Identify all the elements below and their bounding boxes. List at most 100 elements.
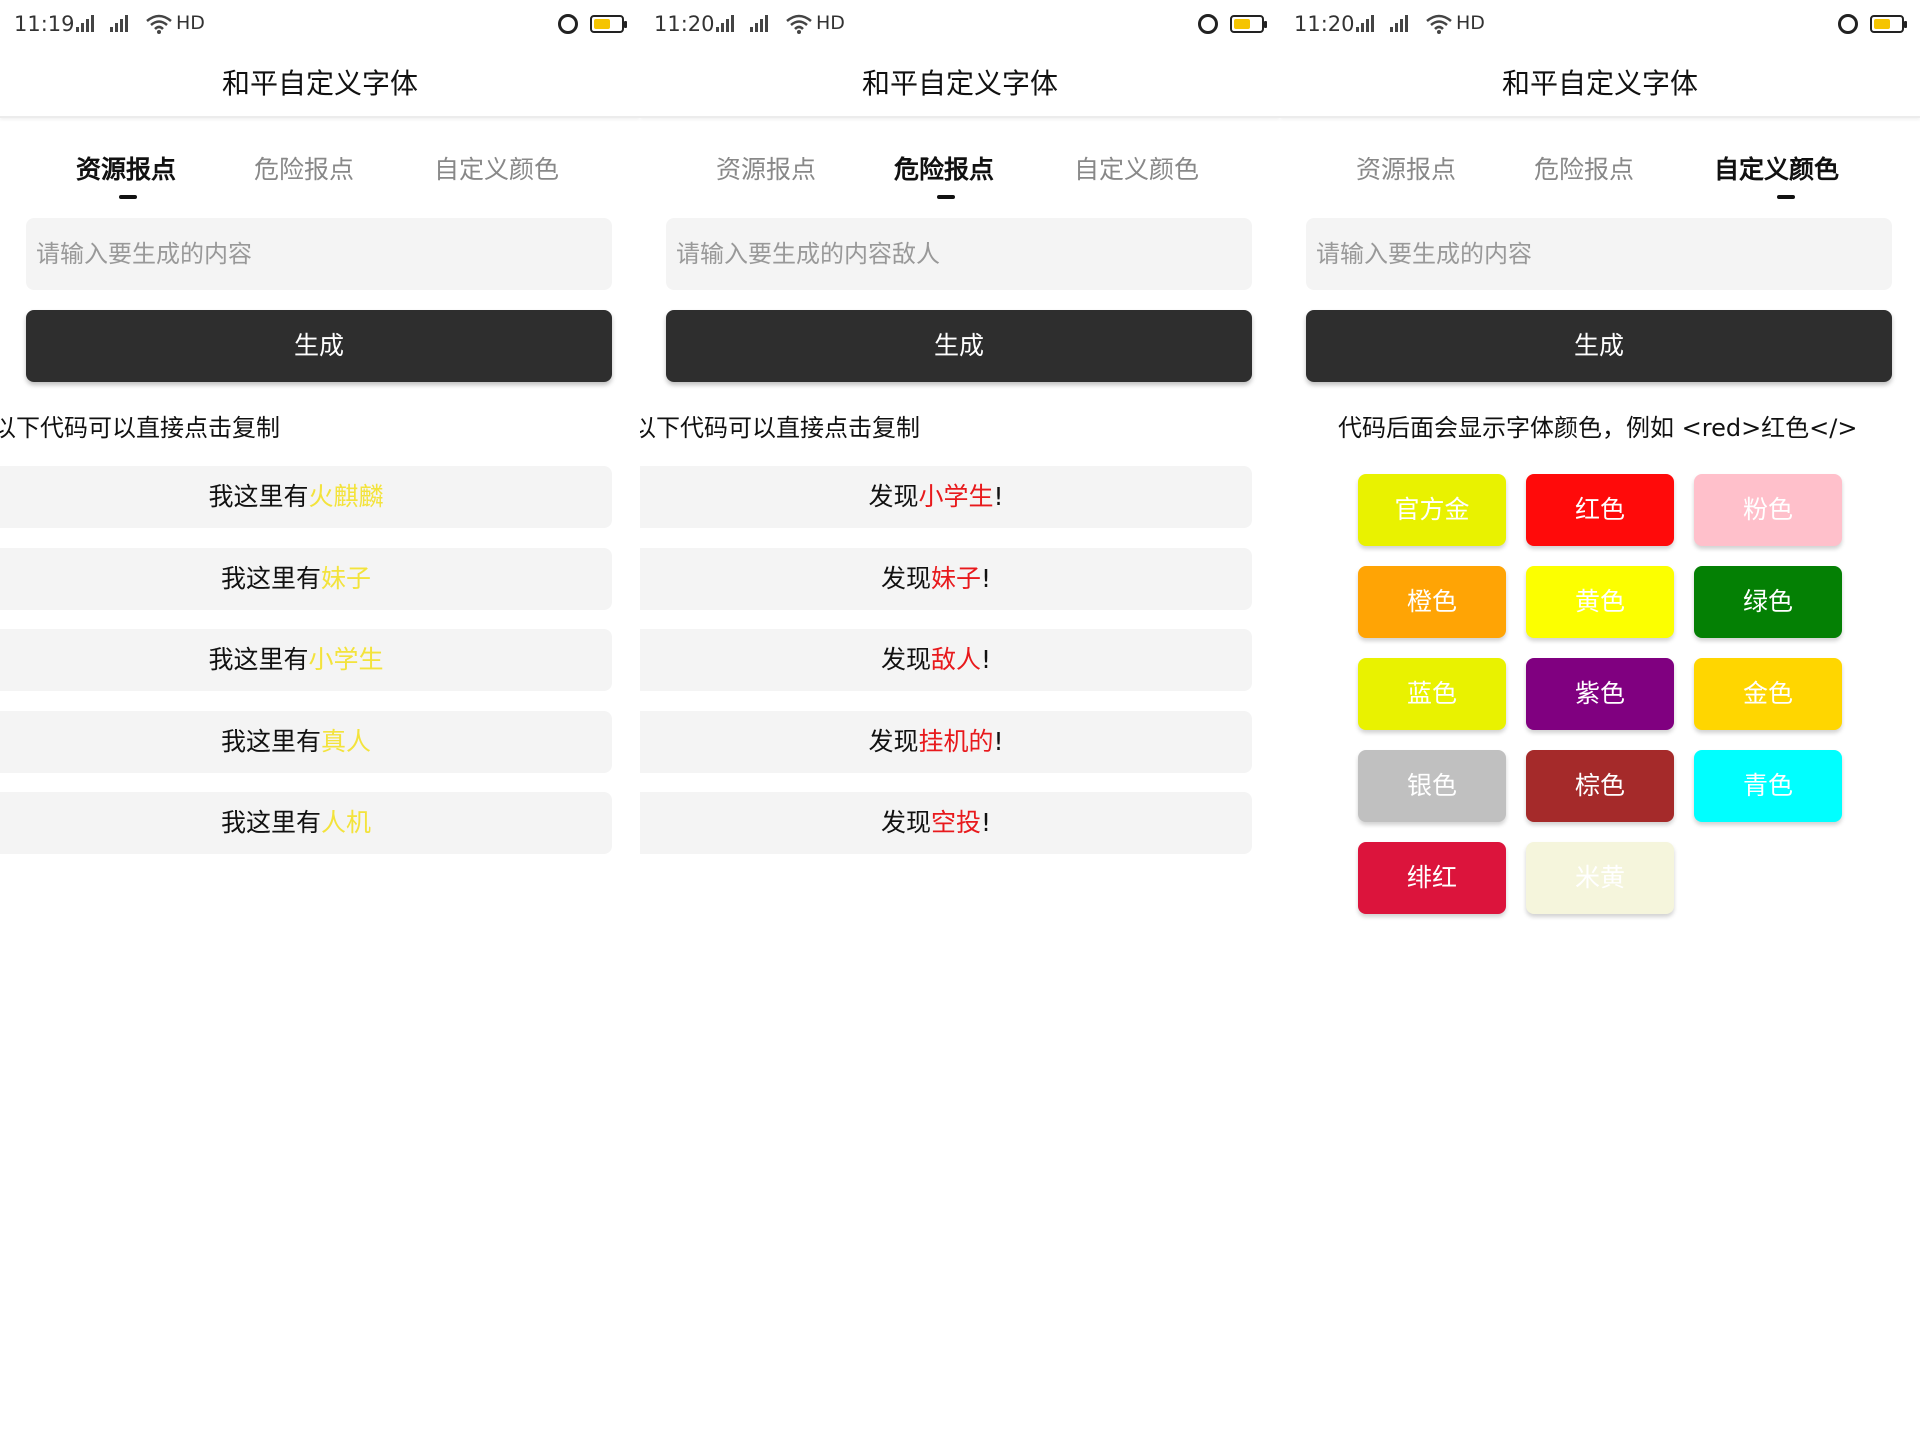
phrase-item[interactable]: 我这里有小学生 xyxy=(0,629,612,691)
phrase-suffix: ! xyxy=(981,645,992,674)
tab-custom-color[interactable]: 自定义颜色 xyxy=(434,150,559,186)
phrase-prefix: 我这里有 xyxy=(208,645,309,674)
phrase-highlight: 真人 xyxy=(321,726,372,756)
phrase-prefix: 我这里有 xyxy=(220,726,321,756)
page-title: 和平自定义字体 xyxy=(221,67,418,100)
phrase-item[interactable]: 发现敌人! xyxy=(640,629,1252,691)
phrase-highlight: 空投 xyxy=(930,808,981,837)
tab-resource[interactable]: 资源报点 xyxy=(716,150,816,186)
title-bar: 和平自定义字体 xyxy=(1280,52,1920,118)
color-swatch-button[interactable]: 米黄 xyxy=(1526,842,1674,914)
alarm-icon xyxy=(1198,14,1218,34)
wifi-icon xyxy=(1426,14,1452,34)
phrase-highlight: 挂机的 xyxy=(918,726,994,756)
phrase-item[interactable]: 发现挂机的! xyxy=(640,710,1252,773)
phrase-suffix: ! xyxy=(993,726,1004,756)
generate-button[interactable]: 生成 xyxy=(666,310,1252,382)
color-swatch-button[interactable]: 蓝色 xyxy=(1358,658,1506,730)
network-label: HD xyxy=(1456,12,1485,34)
status-time: 11:19 xyxy=(14,12,75,36)
status-bar: 11:20 HD xyxy=(1280,0,1920,52)
network-label: HD xyxy=(176,12,205,34)
color-swatch-button[interactable]: 金色 xyxy=(1694,658,1842,730)
battery-icon xyxy=(1230,15,1267,33)
color-swatch-button[interactable]: 绿色 xyxy=(1694,566,1842,638)
color-swatch-button[interactable]: 紫色 xyxy=(1526,658,1674,730)
phrase-item[interactable]: 发现小学生! xyxy=(640,466,1252,528)
phrase-suffix: ! xyxy=(981,563,992,593)
tab-indicator xyxy=(937,195,955,199)
phrase-prefix: 我这里有 xyxy=(220,563,321,593)
phrase-prefix: 我这里有 xyxy=(220,808,321,837)
phrase-highlight: 小学生 xyxy=(918,482,994,511)
wifi-icon xyxy=(786,14,812,34)
color-swatch-button[interactable]: 黄色 xyxy=(1526,566,1674,638)
page-title: 和平自定义字体 xyxy=(1501,67,1698,100)
phrase-highlight: 妹子 xyxy=(321,563,372,593)
tab-danger[interactable]: 危险报点 xyxy=(254,150,354,186)
tab-custom-color[interactable]: 自定义颜色 xyxy=(1714,150,1839,186)
tab-resource[interactable]: 资源报点 xyxy=(1356,150,1456,186)
network-label: HD xyxy=(816,12,845,34)
phrase-highlight: 小学生 xyxy=(308,645,384,674)
phrase-item[interactable]: 发现空投! xyxy=(640,792,1252,854)
page-title: 和平自定义字体 xyxy=(861,67,1058,100)
title-bar: 和平自定义字体 xyxy=(0,52,640,118)
title-bar: 和平自定义字体 xyxy=(640,52,1280,118)
phrase-highlight: 火麒麟 xyxy=(308,482,384,511)
generate-button[interactable]: 生成 xyxy=(26,310,612,382)
status-bar: 11:19 HD xyxy=(0,0,640,52)
phrase-item[interactable]: 我这里有火麒麟 xyxy=(0,466,612,528)
signal-icon xyxy=(1356,14,1374,32)
content-input[interactable]: 请输入要生成的内容 xyxy=(1306,218,1892,290)
alarm-icon xyxy=(558,14,578,34)
phrase-highlight: 敌人 xyxy=(930,645,981,674)
phrase-item[interactable]: 我这里有人机 xyxy=(0,792,612,854)
status-time: 11:20 xyxy=(1294,12,1355,36)
phrase-prefix: 发现 xyxy=(880,645,931,674)
color-swatch-button[interactable]: 绯红 xyxy=(1358,842,1506,914)
phrase-item[interactable]: 发现妹子! xyxy=(640,547,1252,610)
phrase-prefix: 我这里有 xyxy=(208,482,309,511)
signal-icon xyxy=(76,14,94,32)
phrase-prefix: 发现 xyxy=(868,482,919,511)
copy-hint: 以下代码可以直接点击复制 xyxy=(640,414,920,442)
phone-screen-resource: 11:19 HD 和平自定义字体 资源报点 危险报点 自定义颜色 请输入要生成的… xyxy=(0,0,640,1440)
phrase-suffix: ! xyxy=(993,482,1004,511)
signal-icon xyxy=(110,14,128,32)
phrase-highlight: 人机 xyxy=(321,808,372,837)
phrase-item[interactable]: 我这里有妹子 xyxy=(0,547,612,610)
content-input[interactable]: 请输入要生成的内容 xyxy=(26,218,612,290)
color-swatch-button[interactable]: 棕色 xyxy=(1526,750,1674,822)
signal-icon xyxy=(716,14,734,32)
color-swatch-button[interactable]: 银色 xyxy=(1358,750,1506,822)
color-swatch-button[interactable]: 官方金 xyxy=(1358,474,1506,546)
tab-custom-color[interactable]: 自定义颜色 xyxy=(1074,150,1199,186)
tab-indicator xyxy=(1777,195,1795,199)
status-time: 11:20 xyxy=(654,12,715,36)
color-swatch-button[interactable]: 青色 xyxy=(1694,750,1842,822)
status-bar: 11:20 HD xyxy=(640,0,1280,52)
content-input[interactable]: 请输入要生成的内容敌人 xyxy=(666,218,1252,290)
wifi-icon xyxy=(146,14,172,34)
tab-resource[interactable]: 资源报点 xyxy=(76,150,176,186)
tab-danger[interactable]: 危险报点 xyxy=(894,150,994,186)
color-swatch-button[interactable]: 橙色 xyxy=(1358,566,1506,638)
phone-screen-danger: 11:20 HD 和平自定义字体 资源报点 危险报点 自定义颜色 请输入要生成的… xyxy=(640,0,1280,1440)
phrase-highlight: 妹子 xyxy=(930,563,981,593)
signal-icon xyxy=(750,14,768,32)
tab-danger[interactable]: 危险报点 xyxy=(1534,150,1634,186)
tab-indicator xyxy=(119,195,137,199)
phrase-item[interactable]: 我这里有真人 xyxy=(0,710,612,773)
generate-button[interactable]: 生成 xyxy=(1306,310,1892,382)
alarm-icon xyxy=(1838,14,1858,34)
color-swatch-button[interactable]: 红色 xyxy=(1526,474,1674,546)
copy-hint: 以下代码可以直接点击复制 xyxy=(0,414,280,442)
color-swatch-button[interactable]: 粉色 xyxy=(1694,474,1842,546)
battery-icon xyxy=(590,15,627,33)
phrase-prefix: 发现 xyxy=(880,563,931,593)
battery-icon xyxy=(1870,15,1907,33)
phrase-suffix: ! xyxy=(981,808,992,837)
phone-screen-custom-color: 11:20 HD 和平自定义字体 资源报点 危险报点 自定义颜色 请输入要生成的… xyxy=(1280,0,1920,1440)
color-hint: 代码后面会显示字体颜色，例如 <red>红色</> xyxy=(1338,414,1858,442)
